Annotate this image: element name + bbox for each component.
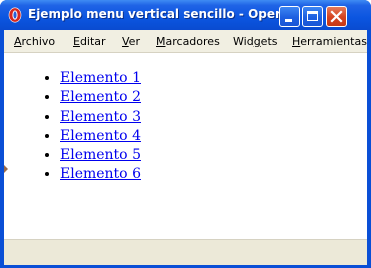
list-item: Elemento 2 [60, 88, 141, 107]
client-area: Archivo Editar Ver Marcadores Widgets He… [4, 30, 367, 265]
page-content: Elemento 1 Elemento 2 Elemento 3 Element… [4, 53, 367, 239]
list-item: Elemento 6 [60, 165, 141, 184]
minimize-button[interactable] [279, 6, 300, 27]
menu-archivo[interactable]: Archivo [14, 35, 55, 48]
browser-window: Ejemplo menu vertical sencillo - Opera A… [0, 0, 371, 268]
window-title: Ejemplo menu vertical sencillo - Opera [28, 7, 290, 21]
menu-link-3[interactable]: Elemento 3 [60, 109, 141, 125]
menu-link-5[interactable]: Elemento 5 [60, 147, 141, 163]
list-item: Elemento 5 [60, 146, 141, 165]
menu-widgets[interactable]: Widgets [233, 35, 277, 48]
opera-icon[interactable] [8, 7, 22, 23]
menu-marcadores[interactable]: Marcadores [156, 35, 220, 48]
title-bar[interactable]: Ejemplo menu vertical sencillo - Opera [0, 0, 371, 30]
status-bar [4, 239, 367, 265]
menu-link-1[interactable]: Elemento 1 [60, 70, 141, 86]
menu-ver[interactable]: Ver [122, 35, 140, 48]
menu-herramientas[interactable]: Herramientas [292, 35, 367, 48]
list-item: Elemento 3 [60, 108, 141, 127]
maximize-icon [307, 11, 318, 21]
menu-link-2[interactable]: Elemento 2 [60, 89, 141, 105]
close-icon [330, 10, 343, 23]
menu-link-4[interactable]: Elemento 4 [60, 128, 141, 144]
list-item: Elemento 1 [60, 69, 141, 88]
menu-editar[interactable]: Editar [73, 35, 106, 48]
menu-bar: Archivo Editar Ver Marcadores Widgets He… [4, 30, 367, 53]
close-button[interactable] [326, 6, 347, 27]
side-panel-arrow-icon[interactable] [4, 165, 8, 173]
vertical-menu-list: Elemento 1 Elemento 2 Elemento 3 Element… [27, 69, 141, 185]
maximize-button[interactable] [302, 6, 323, 27]
minimize-icon [285, 19, 292, 22]
list-item: Elemento 4 [60, 127, 141, 146]
menu-link-6[interactable]: Elemento 6 [60, 166, 141, 182]
